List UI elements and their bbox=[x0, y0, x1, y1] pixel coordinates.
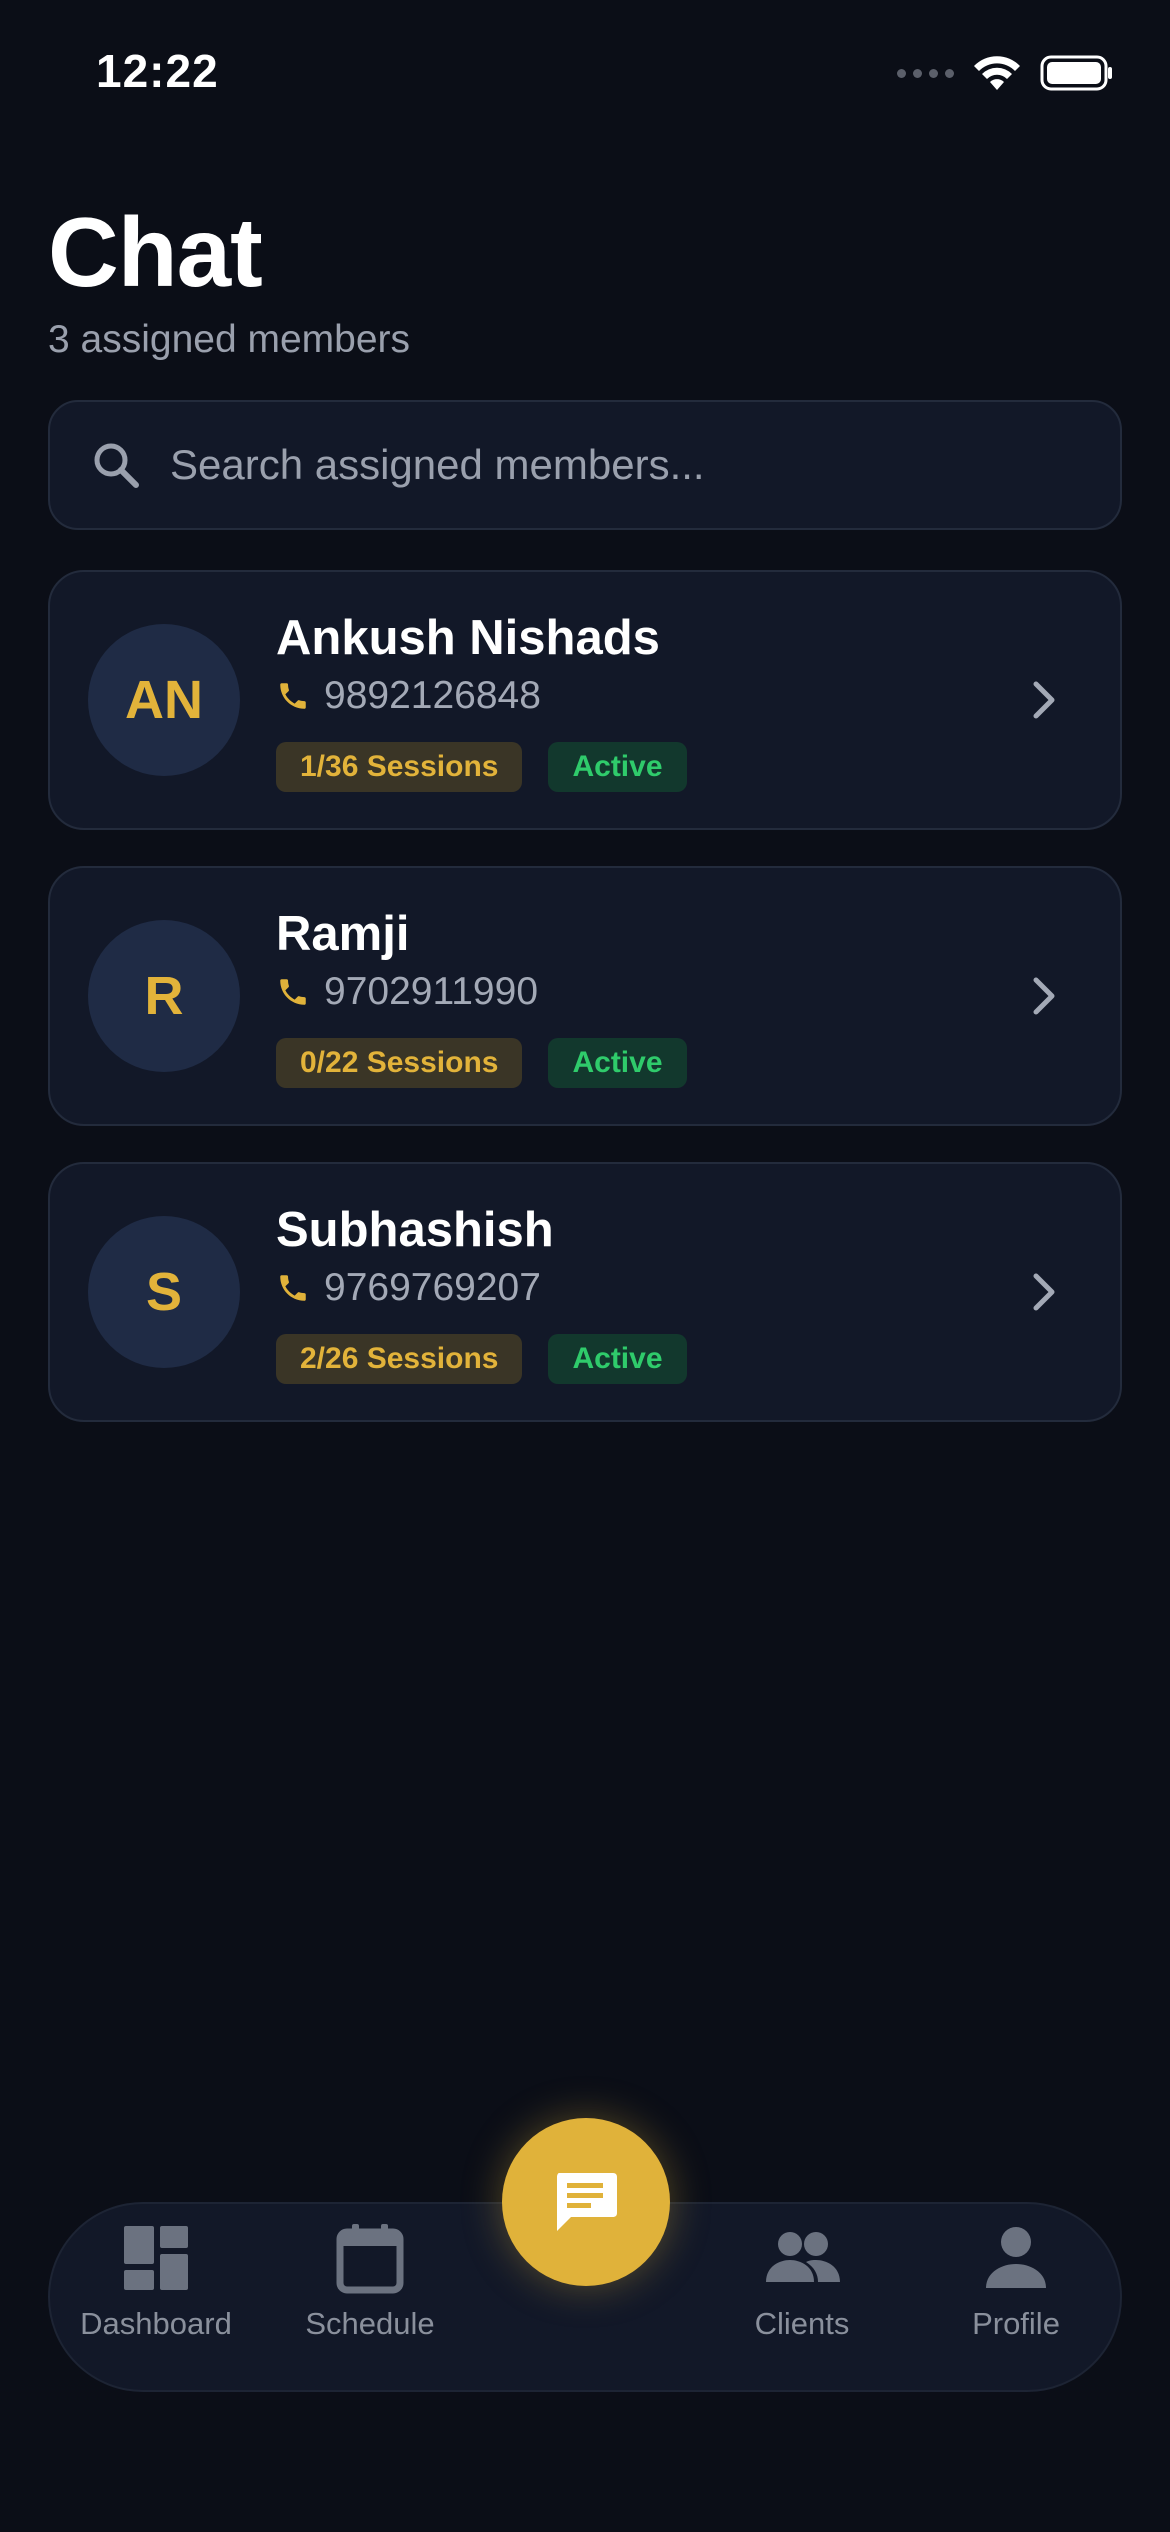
nav-label: Schedule bbox=[305, 2306, 435, 2341]
nav-label: Profile bbox=[972, 2306, 1060, 2341]
badges: 0/22 Sessions Active bbox=[276, 1038, 687, 1088]
phone-row: 9769769207 bbox=[276, 1266, 541, 1310]
chat-screen: 12:22 Chat 3 assigned members Search ass… bbox=[0, 0, 1170, 2532]
chevron-right-icon bbox=[1033, 681, 1055, 719]
phone-icon bbox=[280, 683, 306, 709]
status-time: 12:22 bbox=[96, 45, 219, 97]
dashboard-icon bbox=[124, 2226, 188, 2290]
phone-icon bbox=[280, 1275, 306, 1301]
search-box[interactable] bbox=[48, 400, 1122, 530]
search-input[interactable] bbox=[170, 441, 1120, 489]
search-icon bbox=[94, 443, 139, 488]
nav-item-schedule[interactable]: Schedule bbox=[270, 2222, 470, 2342]
phone-icon bbox=[280, 979, 306, 1005]
status-badge: Active bbox=[548, 742, 687, 792]
member-name: Subhashish bbox=[276, 1203, 554, 1257]
sessions-badge: 2/26 Sessions bbox=[276, 1334, 523, 1384]
chevron-right-icon bbox=[1033, 977, 1055, 1015]
avatar: AN bbox=[88, 624, 240, 776]
sessions-badge: 1/36 Sessions bbox=[276, 742, 523, 792]
member-card[interactable]: S Subhashish 9769769207 2/26 Sessions Ac… bbox=[48, 1162, 1122, 1422]
phone-number: 9769769207 bbox=[324, 1266, 541, 1309]
phone-row: 9702911990 bbox=[276, 970, 538, 1014]
status-badge: Active bbox=[548, 1038, 687, 1088]
nav-item-dashboard[interactable]: Dashboard bbox=[56, 2222, 256, 2342]
phone-number: 9892126848 bbox=[324, 674, 541, 717]
badges: 2/26 Sessions Active bbox=[276, 1334, 687, 1384]
wifi-icon bbox=[974, 56, 1020, 90]
nav-label: Clients bbox=[754, 2306, 850, 2341]
chevron-right-icon bbox=[1033, 1273, 1055, 1311]
member-name: Ankush Nishads bbox=[276, 611, 660, 665]
battery-icon bbox=[1040, 55, 1112, 91]
member-card[interactable]: R Ramji 9702911990 0/22 Sessions Active bbox=[48, 866, 1122, 1126]
sessions-badge: 0/22 Sessions bbox=[276, 1038, 523, 1088]
page-title: Chat bbox=[48, 197, 263, 307]
avatar: S bbox=[88, 1216, 240, 1368]
avatar: R bbox=[88, 920, 240, 1072]
chat-fab-button[interactable] bbox=[502, 2118, 670, 2286]
status-indicators bbox=[897, 54, 1114, 92]
calendar-icon bbox=[336, 2224, 404, 2294]
status-bar: 12:22 bbox=[0, 0, 1170, 150]
chat-icon bbox=[557, 2173, 617, 2231]
page-subtitle: 3 assigned members bbox=[48, 318, 411, 361]
member-card[interactable]: AN Ankush Nishads 9892126848 1/36 Sessio… bbox=[48, 570, 1122, 830]
phone-row: 9892126848 bbox=[276, 674, 541, 718]
nav-item-clients[interactable]: Clients bbox=[702, 2222, 902, 2342]
person-icon bbox=[986, 2227, 1046, 2288]
phone-number: 9702911990 bbox=[324, 970, 539, 1013]
people-icon bbox=[766, 2232, 840, 2282]
nav-item-profile[interactable]: Profile bbox=[916, 2222, 1116, 2342]
nav-label: Dashboard bbox=[80, 2306, 232, 2341]
member-name: Ramji bbox=[276, 907, 410, 961]
status-badge: Active bbox=[548, 1334, 687, 1384]
cellular-signal-icon bbox=[897, 68, 954, 78]
badges: 1/36 Sessions Active bbox=[276, 742, 687, 792]
